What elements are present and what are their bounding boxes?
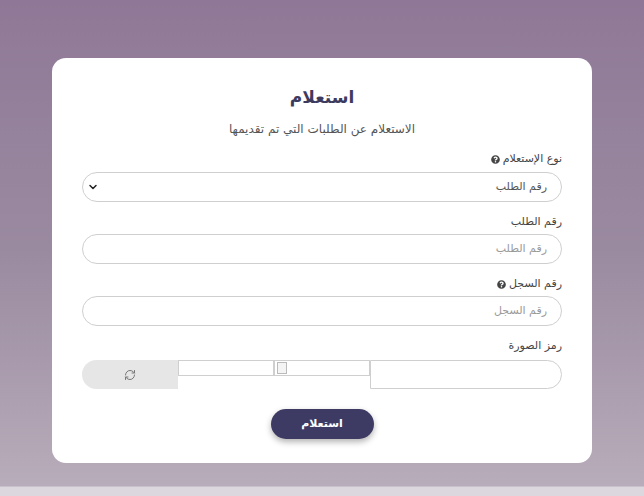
text-input[interactable] <box>82 234 562 264</box>
button-row: استعلام <box>82 409 562 439</box>
background: استعلام الاستعلام عن الطلبات التي تم تقدي… <box>0 0 644 486</box>
input-field: رقم السجل <box>82 277 562 326</box>
captcha-row <box>82 360 562 389</box>
captcha-image-left <box>274 360 370 376</box>
inquiry-card: استعلام الاستعلام عن الطلبات التي تم تقدي… <box>52 58 592 463</box>
refresh-icon <box>124 369 136 381</box>
field-label: رقم السجل <box>82 277 562 291</box>
help-icon[interactable] <box>497 280 506 289</box>
help-icon[interactable] <box>491 155 500 164</box>
submit-button[interactable]: استعلام <box>271 409 374 439</box>
field-label: رقم الطلب <box>82 215 562 229</box>
query-type-select[interactable]: رقم الطلب <box>82 172 562 202</box>
captcha-field: رمز الصورة <box>82 339 562 389</box>
card-subtitle: الاستعلام عن الطلبات التي تم تقديمها <box>82 120 562 138</box>
captcha-input[interactable] <box>370 360 562 389</box>
field-label: نوع الإستعلام <box>82 152 562 166</box>
page: استعلام الاستعلام عن الطلبات التي تم تقدي… <box>0 0 644 496</box>
field-label: رمز الصورة <box>82 339 562 353</box>
bottom-pattern-strip <box>0 486 644 496</box>
refresh-button[interactable] <box>82 360 178 389</box>
card-title: استعلام <box>82 86 562 108</box>
broken-image-icon <box>277 362 287 374</box>
captcha-image <box>178 360 274 376</box>
select-field: نوع الإستعلام رقم الطلب <box>82 152 562 202</box>
captcha-image-area <box>178 360 370 389</box>
text-input[interactable] <box>82 296 562 326</box>
input-field: رقم الطلب <box>82 215 562 264</box>
chevron-down-icon <box>87 181 99 193</box>
